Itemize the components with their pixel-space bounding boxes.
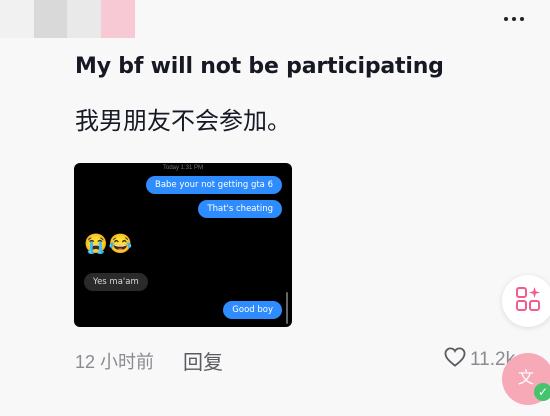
comment-time: 12 小时前 — [75, 352, 155, 372]
message-bubble-outgoing: Babe your not getting gta 6 — [146, 176, 282, 194]
grid-sparkle-icon — [514, 285, 542, 318]
grid-sparkle-button[interactable] — [502, 275, 550, 327]
chat-screenshot-image[interactable]: Today 1:31 PM Babe your not getting gta … — [74, 163, 292, 327]
heart-outline-icon — [444, 347, 466, 372]
translate-button[interactable]: 文 ✓ — [502, 353, 550, 405]
more-horizontal-icon[interactable] — [504, 17, 524, 21]
reply-button[interactable]: 回复 — [183, 346, 223, 375]
svg-text:文: 文 — [518, 369, 534, 387]
blurred-avatar-strip — [0, 0, 135, 38]
chat-timestamp: Today 1:31 PM — [162, 165, 204, 171]
post-translation: 我男朋友不会参加。 — [75, 108, 291, 135]
check-icon: ✓ — [534, 383, 550, 401]
message-bubble-incoming: Yes ma'am — [84, 273, 148, 291]
emoji-reaction: 😭😂 — [84, 234, 134, 255]
message-bubble-outgoing: That's cheating — [198, 200, 282, 218]
scrollbar — [286, 292, 288, 324]
post-title: My bf will not be participating — [75, 54, 444, 79]
message-bubble-outgoing: Good boy — [223, 301, 282, 319]
